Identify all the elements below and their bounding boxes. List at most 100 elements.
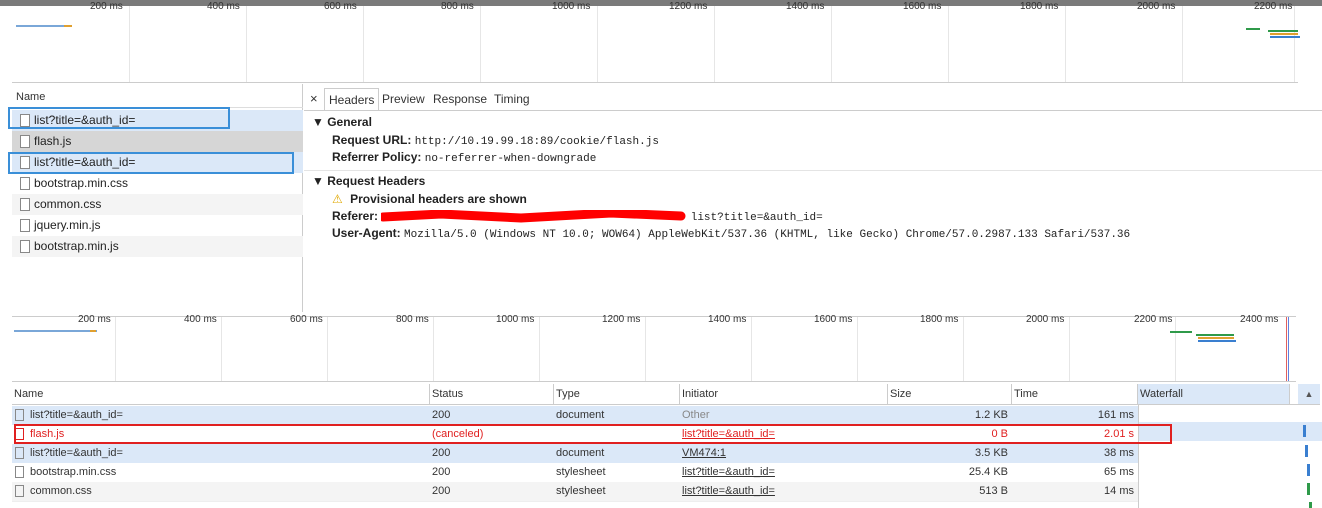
cell-name: common.css <box>30 485 92 497</box>
request-url-row: Request URL: http://10.19.99.18:89/cooki… <box>332 133 659 148</box>
column-header-type[interactable]: Type <box>554 384 680 404</box>
list-item-label: bootstrap.min.css <box>34 176 129 190</box>
waterfall-bar <box>1305 445 1308 457</box>
table-row-partial <box>12 501 1138 508</box>
referer-key: Referer: <box>332 209 379 223</box>
list-item-label: common.css <box>34 197 102 211</box>
tick-label: 1200 ms <box>602 314 641 325</box>
tick-label: 800 ms <box>396 314 429 325</box>
grid-line <box>363 6 364 82</box>
sort-ascending-icon[interactable]: ▲ <box>1298 384 1320 404</box>
overview-bar <box>14 330 97 332</box>
file-icon <box>15 466 24 478</box>
grid-line <box>115 317 116 381</box>
grid-line <box>1069 317 1070 381</box>
cell-time: 14 ms <box>1104 485 1134 497</box>
waterfall-bar <box>1307 464 1310 476</box>
annotation-box <box>8 107 230 129</box>
waterfall-bar <box>1307 483 1310 495</box>
cell-initiator-link[interactable]: list?title=&auth_id= <box>680 482 888 501</box>
warning-text: Provisional headers are shown <box>350 192 527 206</box>
general-section-toggle[interactable]: ▼ General <box>312 115 372 129</box>
cell-size: 25.4 KB <box>968 466 1008 478</box>
column-header-waterfall[interactable]: Waterfall <box>1138 384 1290 404</box>
name-column-header[interactable]: Name <box>12 86 303 108</box>
column-header-name[interactable]: Name <box>12 384 430 404</box>
tick-label: 2200 ms <box>1254 1 1293 12</box>
grid-line <box>221 317 222 381</box>
column-header-size[interactable]: Size <box>888 384 1012 404</box>
list-item[interactable]: bootstrap.min.js <box>12 236 303 257</box>
overview-bar <box>1270 36 1300 38</box>
close-icon[interactable]: × <box>306 88 322 110</box>
tab-response[interactable]: Response <box>429 88 491 110</box>
table-row[interactable]: list?title=&auth_id= 200 document VM474:… <box>12 444 1138 463</box>
grid-line <box>963 317 964 381</box>
overview-bar <box>1246 28 1260 30</box>
tab-headers[interactable]: Headers <box>324 88 380 110</box>
cell-type: document <box>556 447 605 459</box>
annotation-box-red <box>14 424 1172 444</box>
marker-line-blue <box>1288 317 1289 381</box>
file-icon <box>20 198 30 211</box>
provisional-warning: ⚠ Provisional headers are shown <box>332 192 527 206</box>
grid-line <box>831 6 832 82</box>
referer-value: list?title=&auth_id= <box>690 212 823 224</box>
cell-status: 200 <box>432 447 451 459</box>
table-row[interactable]: list?title=&auth_id= 200 document Other … <box>12 406 1138 425</box>
list-item-label: flash.js <box>34 134 72 148</box>
grid-line <box>645 317 646 381</box>
tick-label: 600 ms <box>290 314 323 325</box>
marker-line-red <box>1286 317 1287 381</box>
grid-line <box>948 6 949 82</box>
annotation-box <box>8 152 294 174</box>
grid-line <box>327 317 328 381</box>
cell-initiator-link[interactable]: VM474:1 <box>680 444 888 463</box>
overview-bar <box>1170 331 1192 333</box>
tick-label: 1600 ms <box>814 314 853 325</box>
cell-time: 65 ms <box>1104 466 1134 478</box>
grid-line <box>1182 6 1183 82</box>
cell-initiator-link[interactable]: list?title=&auth_id= <box>680 463 888 482</box>
tick-label: 400 ms <box>184 314 217 325</box>
user-agent-row: User-Agent: Mozilla/5.0 (Windows NT 10.0… <box>332 226 1130 241</box>
grid-line <box>433 317 434 381</box>
cell-name: list?title=&auth_id= <box>30 447 123 459</box>
cell-status: 200 <box>432 466 451 478</box>
column-header-time[interactable]: Time <box>1012 384 1138 404</box>
file-icon <box>15 485 24 497</box>
cell-size: 513 B <box>979 485 1008 497</box>
list-item[interactable]: common.css <box>12 194 303 215</box>
request-headers-section-toggle[interactable]: ▼ Request Headers <box>312 174 425 188</box>
bottom-timeline-overview[interactable]: 200 ms 400 ms 600 ms 800 ms 1000 ms 1200… <box>12 314 1296 382</box>
request-url-key: Request URL: <box>332 133 412 147</box>
waterfall-bar <box>1303 425 1306 437</box>
list-item-selected[interactable]: flash.js <box>12 131 303 152</box>
list-item[interactable]: bootstrap.min.css <box>12 173 303 194</box>
list-item[interactable]: jquery.min.js <box>12 215 303 236</box>
tick-label: 1400 ms <box>786 1 825 12</box>
top-timeline-overview[interactable]: 200 ms 400 ms 600 ms 800 ms 1000 ms 1200… <box>12 1 1300 83</box>
cell-status: 200 <box>432 409 451 421</box>
tick-label: 1800 ms <box>920 314 959 325</box>
tick-label: 1400 ms <box>708 314 747 325</box>
column-header-status[interactable]: Status <box>430 384 554 404</box>
waterfall-column[interactable] <box>1139 405 1322 508</box>
table-row[interactable]: bootstrap.min.css 200 stylesheet list?ti… <box>12 463 1138 482</box>
grid-line <box>539 317 540 381</box>
referer-row: Referer: list?title=&auth_id= <box>332 208 823 224</box>
tab-preview[interactable]: Preview <box>378 88 429 110</box>
grid-line <box>129 6 130 82</box>
grid-line <box>751 317 752 381</box>
column-header-initiator[interactable]: Initiator <box>680 384 888 404</box>
grid-line <box>714 6 715 82</box>
user-agent-value: Mozilla/5.0 (Windows NT 10.0; WOW64) App… <box>404 229 1131 241</box>
tick-label: 1200 ms <box>669 1 708 12</box>
overview-bar <box>1198 337 1234 339</box>
table-row[interactable]: common.css 200 stylesheet list?title=&au… <box>12 482 1138 501</box>
referrer-policy-key: Referrer Policy: <box>332 150 422 164</box>
tab-timing[interactable]: Timing <box>490 88 534 110</box>
warning-icon: ⚠ <box>332 192 343 206</box>
grid-line <box>1294 6 1295 82</box>
section-divider <box>304 170 1322 171</box>
